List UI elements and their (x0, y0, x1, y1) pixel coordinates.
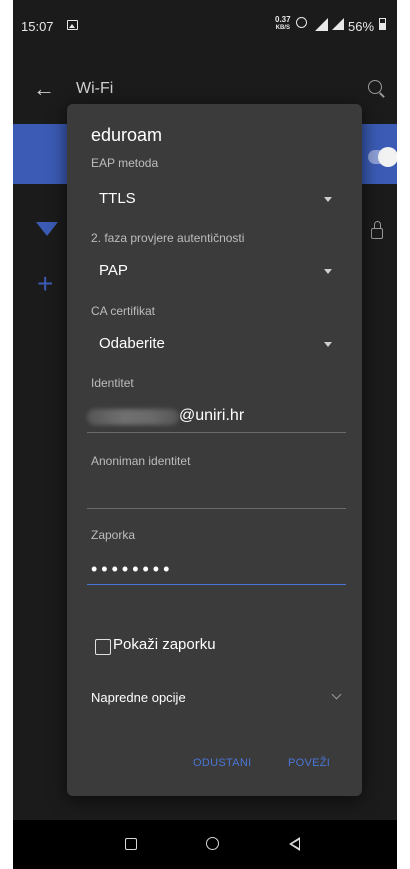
add-network-icon[interactable]: + (37, 268, 53, 300)
battery-icon (379, 18, 386, 30)
show-password-label[interactable]: Pokaži zaporku (113, 636, 216, 653)
phase2-auth-value: PAP (99, 262, 128, 279)
wifi-icon (36, 222, 58, 236)
dropdown-arrow-icon (324, 197, 332, 202)
eap-method-select[interactable]: TTLS (91, 184, 346, 214)
dropdown-arrow-icon (324, 342, 332, 347)
password-label: Zaporka (91, 528, 136, 542)
network-speed: 0.37 KB/S (275, 16, 291, 32)
back-arrow-icon[interactable]: ← (33, 76, 55, 102)
identity-input[interactable]: @uniri.hr (87, 404, 346, 433)
ca-certificate-value: Odaberite (99, 335, 165, 352)
navigation-bar (13, 820, 397, 869)
phase2-auth-label: 2. faza provjere autentičnosti (91, 231, 245, 245)
lock-icon (371, 221, 383, 239)
dropdown-arrow-icon (324, 269, 332, 274)
password-value: •••••••• (91, 559, 174, 579)
show-password-checkbox[interactable] (95, 639, 111, 655)
status-bar: 15:07 0.37 KB/S 56% (13, 0, 397, 50)
phase2-auth-select[interactable]: PAP (91, 256, 346, 286)
eap-method-value: TTLS (99, 190, 136, 207)
wifi-toggle[interactable] (368, 147, 397, 167)
image-notification-icon (67, 20, 78, 30)
ca-certificate-select[interactable]: Odaberite (91, 329, 346, 359)
cancel-button[interactable]: ODUSTANI (193, 757, 251, 769)
signal-icon (332, 18, 344, 30)
signal-4g-icon (315, 18, 328, 31)
network-speed-value: 0.37 (275, 15, 291, 24)
battery-percent: 56% (348, 19, 375, 34)
anonymous-identity-input[interactable] (87, 480, 346, 509)
network-speed-unit: KB/S (275, 25, 290, 31)
identity-label: Identitet (91, 376, 134, 390)
alarm-icon (296, 17, 307, 28)
password-input[interactable]: •••••••• (87, 556, 346, 585)
eap-method-label: EAP metoda (91, 156, 159, 170)
phone-screen: 15:07 0.37 KB/S 56% ← Wi-Fi + eduroam EA… (13, 0, 397, 869)
status-time: 15:07 (21, 19, 54, 34)
back-icon[interactable] (289, 837, 300, 851)
search-icon[interactable] (368, 80, 382, 94)
advanced-options-label[interactable]: Napredne opcije (91, 690, 186, 705)
home-icon[interactable] (206, 837, 219, 850)
recents-icon[interactable] (125, 838, 137, 850)
anonymous-identity-label: Anoniman identitet (91, 454, 191, 468)
ca-certificate-label: CA certifikat (91, 304, 156, 318)
identity-domain: @uniri.hr (179, 407, 245, 424)
dialog-title: eduroam (91, 125, 163, 145)
redacted-username (87, 409, 179, 425)
network-config-dialog: eduroam EAP metoda TTLS 2. faza provjere… (67, 104, 362, 796)
connect-button[interactable]: POVEŽI (288, 757, 330, 769)
chevron-down-icon[interactable] (331, 689, 342, 700)
wifi-page-title: Wi-Fi (76, 80, 114, 97)
